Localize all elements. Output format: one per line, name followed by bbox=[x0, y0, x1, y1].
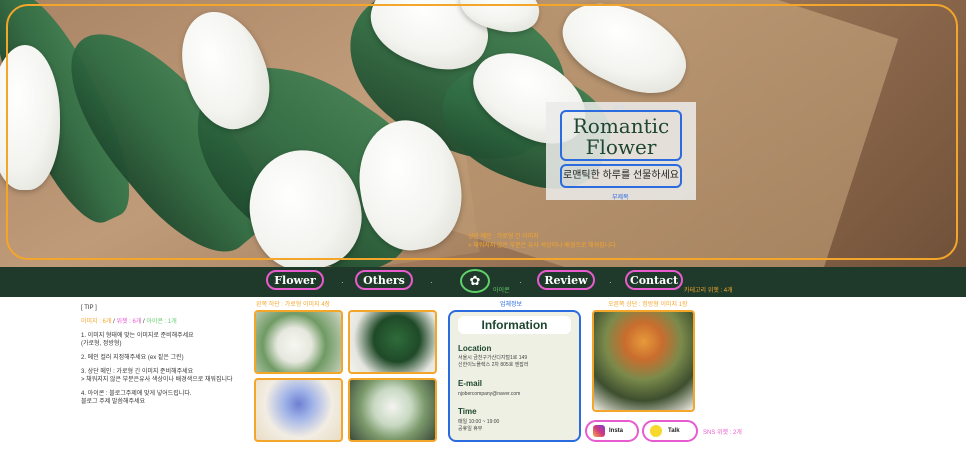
info-label: 업체정보 bbox=[500, 302, 523, 308]
hero-frame bbox=[6, 4, 958, 260]
location-line1: 서울시 금천구가산디지털1로 149 bbox=[458, 355, 528, 361]
info-title: Information bbox=[458, 316, 571, 334]
count-images: 이미지 : 6개 bbox=[81, 319, 112, 325]
photo-tulip-bouquet[interactable] bbox=[592, 310, 695, 412]
count-icons: 아이콘 : 1개 bbox=[146, 319, 177, 325]
tip-4-line1: 4. 아이콘 : 블로그주제에 맞게 넣어드립니다. bbox=[81, 391, 192, 397]
tip-3-line2: > 채워지지 않은 부분은유사 색상이나 배경색으로 채워집니다 bbox=[81, 377, 233, 383]
category-note: 카테고리 위젯 : 4개 bbox=[684, 288, 733, 294]
location-text: 서울시 금천구가산디지털1로 149 신한이노플렉스 2차 805호 엔잡러 bbox=[458, 355, 529, 369]
nav-item-review[interactable]: Review bbox=[537, 270, 595, 290]
tip-1: 1. 이미지 형태에 맞는 이미지로 준비해주세요 (가로형, 정방형) bbox=[81, 332, 251, 348]
tips-panel: [ TIP ] 이미지 : 6개 / 위젯 : 6개 / 아이콘 : 1개 1.… bbox=[81, 304, 251, 412]
tips-title: [ TIP ] bbox=[81, 305, 97, 311]
nav-separator: · bbox=[609, 278, 612, 287]
title-line2: Flower bbox=[585, 135, 657, 159]
grid-label: 왼쪽 하단 : 가로형 이미지 4장 bbox=[256, 302, 331, 308]
photo-blue-bouquet[interactable] bbox=[254, 378, 343, 442]
location-line2: 신한이노플렉스 2차 805호 엔잡러 bbox=[458, 362, 529, 368]
tip-1-line2: (가로형, 정방형) bbox=[81, 341, 122, 347]
tip-3: 3. 상단 메인 : 가로형 긴 이미지 준비해주세요 > 채워지지 않은 부분은… bbox=[81, 368, 251, 384]
hero-note-line1: 상단 메인 : 가로형 긴 이미지 bbox=[468, 234, 539, 240]
location-heading: Location bbox=[458, 344, 492, 353]
photo-white-tulips[interactable] bbox=[254, 310, 343, 374]
time-text: 매일 10:00 ~ 19:00 공휴일 휴무 bbox=[458, 419, 499, 433]
email-text[interactable]: njobercompany@naver.com bbox=[458, 391, 520, 398]
time-line2: 공휴일 휴무 bbox=[458, 426, 483, 432]
sns-note: SNS 위젯 : 2개 bbox=[703, 430, 742, 436]
sns-talk-button[interactable]: Talk bbox=[642, 420, 698, 442]
talk-label: Talk bbox=[668, 428, 680, 434]
tip-4-line2: 블로그 주제 말씀해주세요 bbox=[81, 399, 146, 405]
hero-note-line2: > 채워지지 않은 부분은 유사 색상이나 배경으로 채워집니다 bbox=[468, 243, 616, 249]
nav-item-others[interactable]: Others bbox=[355, 270, 413, 290]
email-heading: E-mail bbox=[458, 379, 483, 388]
photo-white-bouquet[interactable] bbox=[348, 378, 437, 442]
title-line1: Romantic bbox=[572, 114, 670, 138]
instagram-icon bbox=[593, 425, 605, 437]
photo-monstera[interactable] bbox=[348, 310, 437, 374]
right-label: 오른쪽 상단 : 정방형 이미지 1장 bbox=[608, 302, 688, 308]
flower-logo-icon[interactable]: ✿ bbox=[460, 269, 490, 293]
subtitle-tag: 부제목 bbox=[612, 195, 629, 201]
kakaotalk-icon bbox=[650, 425, 662, 437]
nav-item-flower[interactable]: Flower bbox=[266, 270, 324, 290]
tip-2: 2. 메인 컬러 지정해주세요 (ex 짙은 그린) bbox=[81, 355, 184, 361]
tip-1-line1: 1. 이미지 형태에 맞는 이미지로 준비해주세요 bbox=[81, 333, 194, 339]
sns-insta-button[interactable]: Insta bbox=[585, 420, 639, 442]
site-subtitle[interactable]: 로맨틱한 하루를 선물하세요 bbox=[560, 164, 682, 188]
count-widgets: 위젯 : 6개 bbox=[116, 319, 142, 325]
tips-counts: 이미지 : 6개 / 위젯 : 6개 / 아이콘 : 1개 bbox=[81, 318, 251, 326]
hero-note: 상단 메인 : 가로형 긴 이미지 > 채워지지 않은 부분은 유사 색상이나 … bbox=[468, 233, 616, 251]
tip-3-line1: 3. 상단 메인 : 가로형 긴 이미지 준비해주세요 bbox=[81, 369, 194, 375]
nav-separator: · bbox=[341, 278, 344, 287]
insta-label: Insta bbox=[609, 428, 624, 434]
information-card: Information Location 서울시 금천구가산디지털1로 149 … bbox=[448, 310, 581, 442]
nav-separator: · bbox=[430, 278, 433, 287]
site-title[interactable]: Romantic Flower bbox=[560, 110, 682, 161]
nav-item-contact[interactable]: Contact bbox=[625, 270, 683, 290]
logo-tag: 아이콘 bbox=[493, 288, 510, 294]
tip-4: 4. 아이콘 : 블로그주제에 맞게 넣어드립니다. 블로그 주제 말씀해주세요 bbox=[81, 390, 251, 406]
time-heading: Time bbox=[458, 407, 477, 416]
nav-separator: · bbox=[519, 278, 522, 287]
time-line1: 매일 10:00 ~ 19:00 bbox=[458, 419, 500, 425]
